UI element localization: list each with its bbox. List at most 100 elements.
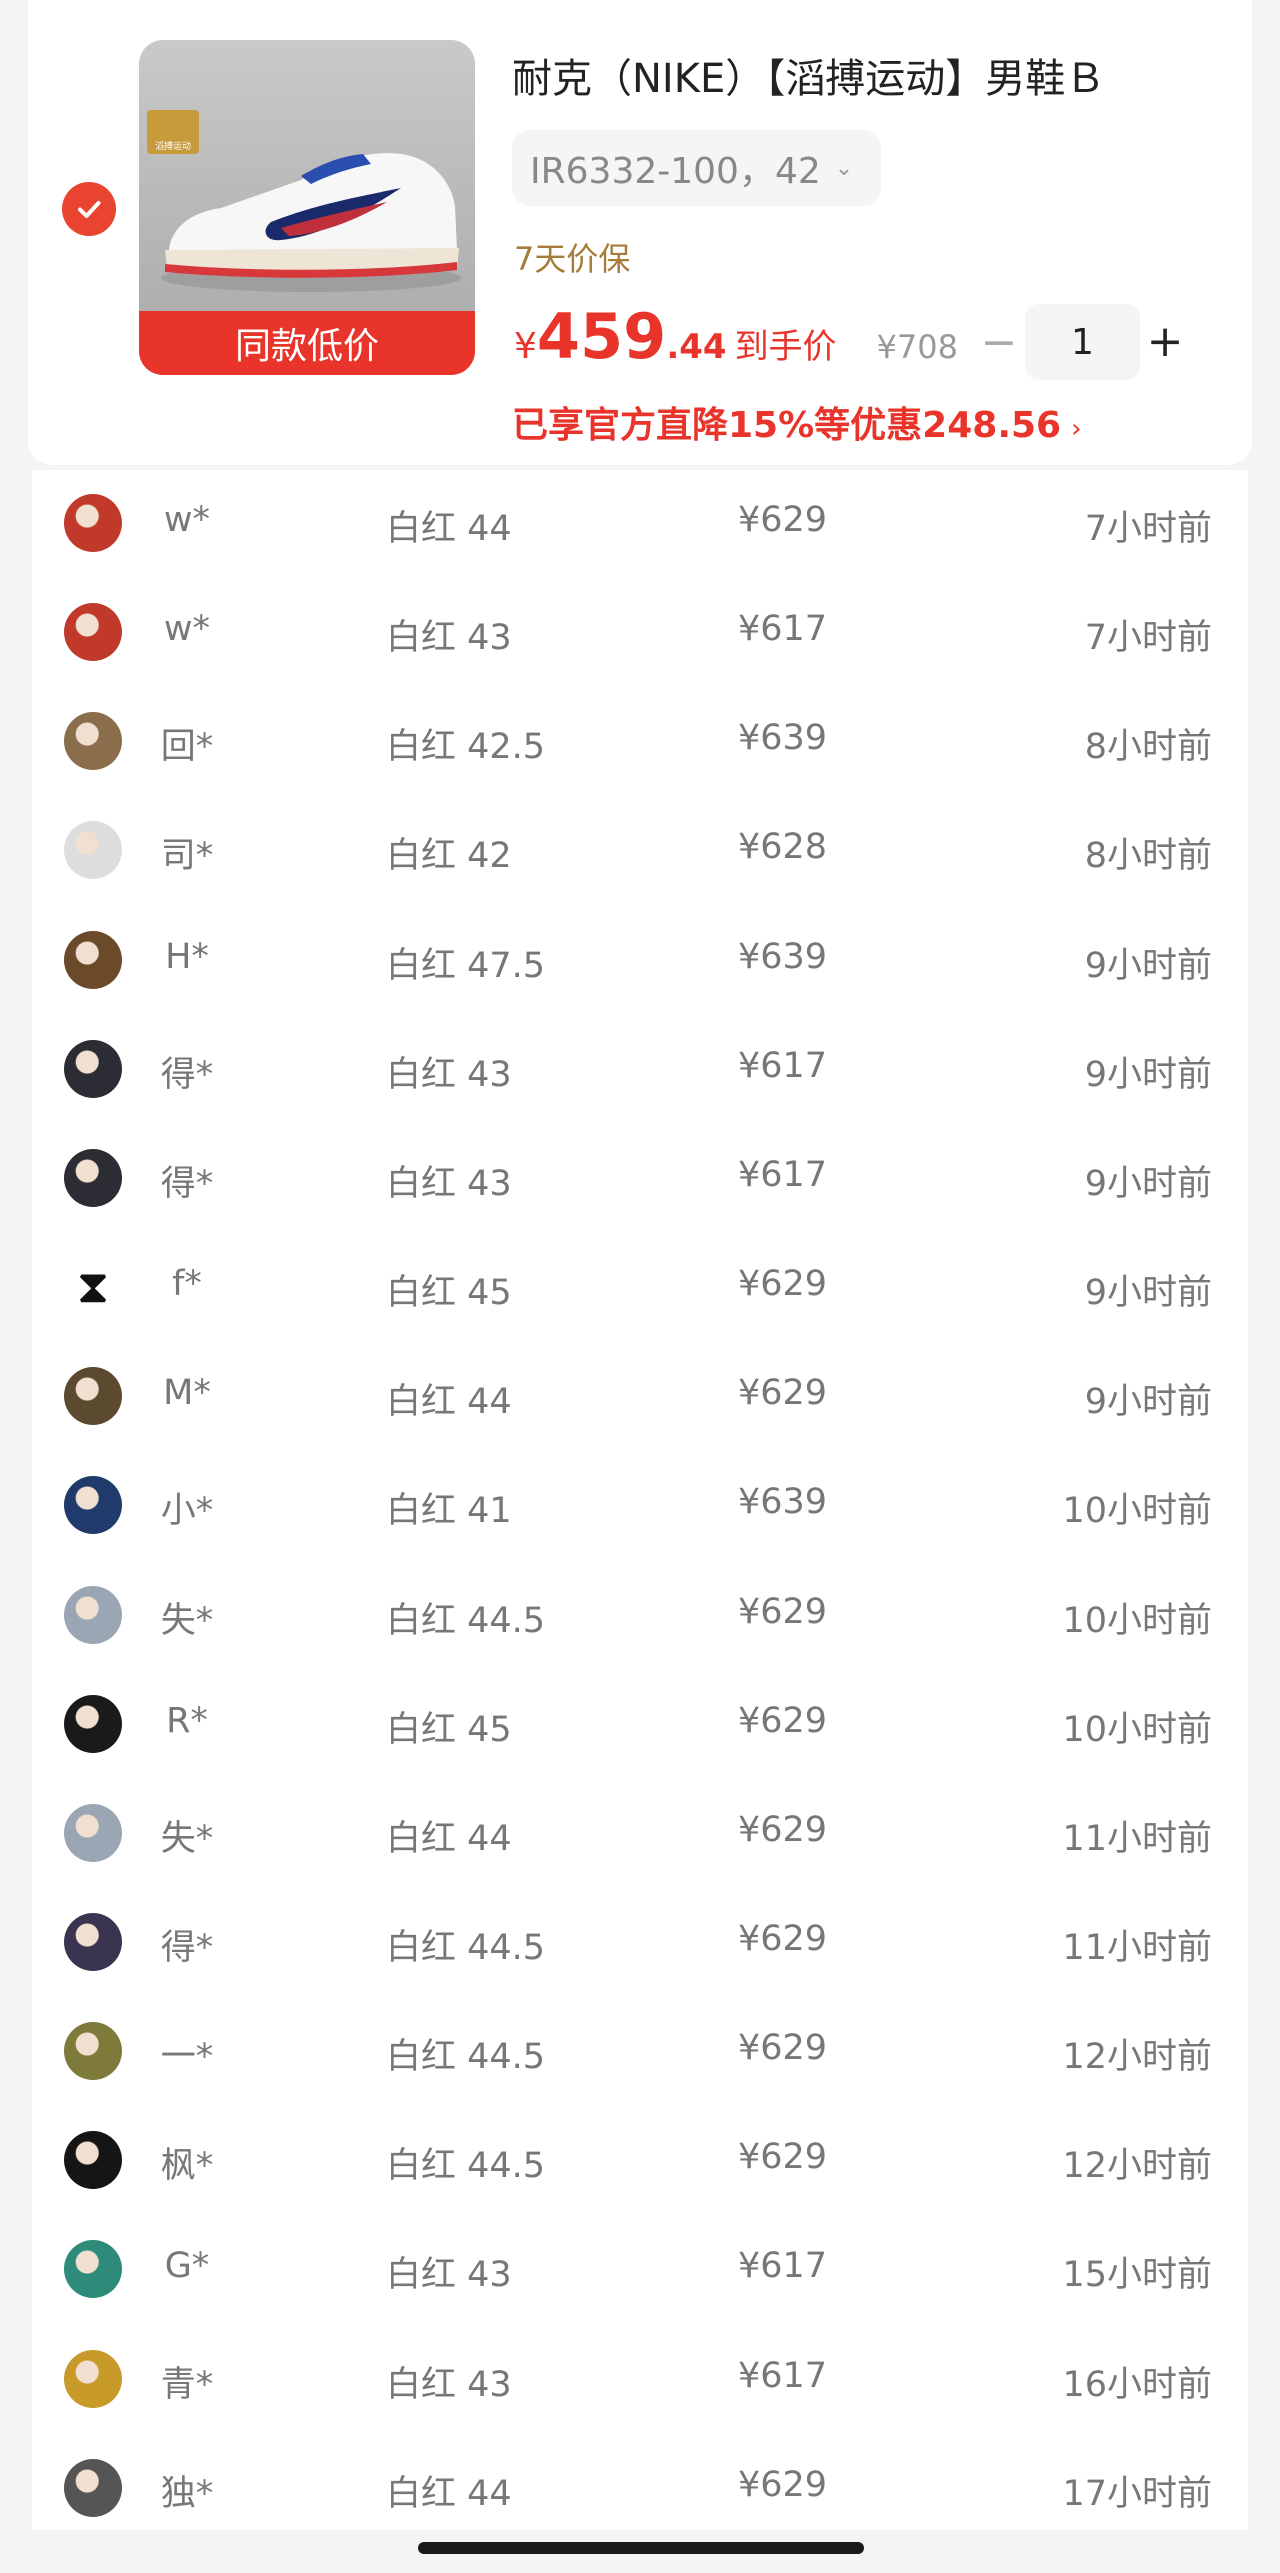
buyer-name: 青* [160,2364,214,2405]
purchased-price: ¥639 [738,718,828,759]
final-price-label: 到手价 [734,327,837,367]
purchase-time: 9小时前 [1084,945,1212,986]
buyer-name: R* [166,1700,208,1741]
purchased-spec: 白红 44 [386,2473,512,2514]
buyer-name: 失* [160,1600,214,1641]
price-guarantee-label: 7天价保 [514,240,631,278]
avatar [64,2458,122,2517]
sneaker-image [161,153,461,292]
avatar [64,2349,122,2408]
purchase-time: 8小时前 [1084,727,1212,768]
purchase-row: 一* 白红 44.5 ¥629 12小时前 [32,1998,1248,2107]
plus-icon[interactable]: + [1142,316,1188,367]
purchased-price: ¥628 [738,827,828,868]
avatar [64,821,122,880]
purchase-row: ⧗ f* 白红 45 ¥629 9小时前 [32,1234,1248,1343]
variant-value: IR6332-100，42 [530,151,821,192]
purchase-row: 回* 白红 42.5 ¥639 8小时前 [32,688,1248,797]
buyer-name: w* [163,500,211,540]
purchase-row: w* 白红 43 ¥617 7小时前 [32,579,1248,688]
purchase-time: 8小时前 [1084,836,1212,877]
purchased-spec: 白红 42 [386,836,512,877]
purchased-spec: 白红 44.5 [386,2146,546,2187]
purchased-price: ¥629 [738,2137,828,2178]
purchased-spec: 白红 44 [386,509,512,549]
purchase-time: 11小时前 [1062,1818,1212,1859]
purchased-spec: 白红 45 [386,1709,512,1750]
minus-icon[interactable]: − [976,317,1022,368]
avatar [64,2240,122,2299]
product-thumbnail[interactable]: 滔搏运动 同款低价 [139,40,475,375]
discount-info[interactable]: 已享官方直降15%等优惠248.56 › [512,396,1082,448]
quantity-field[interactable]: 1 [1025,304,1140,380]
avatar [64,1148,122,1207]
chevron-down-icon: ⌄ [834,155,854,181]
purchase-row: 枫* 白红 44.5 ¥629 12小时前 [32,2107,1248,2216]
purchase-row: H* 白红 47.5 ¥639 9小时前 [32,907,1248,1016]
same-style-low-price-badge: 同款低价 [139,311,475,375]
avatar [64,1367,122,1426]
purchased-price: ¥629 [738,500,828,540]
purchased-spec: 白红 43 [386,618,512,659]
buyer-name: 小* [160,1491,214,1532]
avatar [64,603,122,662]
purchased-spec: 白红 41 [386,1491,512,1532]
purchase-time: 12小时前 [1062,2037,1212,2078]
purchased-price: ¥629 [738,1373,828,1414]
purchased-spec: 白红 45 [386,1273,512,1314]
purchase-row: R* 白红 45 ¥629 10小时前 [32,1671,1248,1780]
purchase-row: 小* 白红 41 ¥639 10小时前 [32,1452,1248,1561]
purchase-row: 青* 白红 43 ¥617 16小时前 [32,2326,1248,2435]
buyer-name: 回* [160,727,214,768]
discount-text: 已享官方直降15%等优惠248.56 [512,405,1062,446]
purchase-time: 9小时前 [1084,1273,1212,1314]
price-row: ¥ 459 .44 到手价 ¥708 [514,300,958,380]
purchase-time: 7小时前 [1084,509,1212,549]
check-circle-icon[interactable] [62,182,116,236]
purchase-time: 12小时前 [1062,2146,1212,2187]
avatar [64,1694,122,1753]
home-indicator[interactable] [418,2542,864,2554]
purchase-row: 独* 白红 44 ¥629 17小时前 [32,2435,1248,2544]
avatar [64,1476,122,1535]
purchase-row: 得* 白红 43 ¥617 9小时前 [32,1016,1248,1125]
buyer-name: M* [163,1373,211,1414]
avatar [64,2131,122,2190]
purchased-price: ¥629 [738,1918,828,1959]
purchase-time: 15小时前 [1062,2255,1212,2296]
price-currency: ¥ [514,326,537,367]
purchase-row: 失* 白红 44 ¥629 11小时前 [32,1780,1248,1889]
avatar [64,1803,122,1862]
avatar [64,2022,122,2081]
purchased-spec: 白红 44 [386,1818,512,1859]
buyer-name: 失* [160,1818,214,1859]
avatar [64,1039,122,1098]
purchased-price: ¥629 [738,1591,828,1632]
purchase-row: 得* 白红 44.5 ¥629 11小时前 [32,1889,1248,1998]
buyer-name: 得* [160,1927,214,1968]
buyer-name: 枫* [160,2146,214,2187]
purchased-price: ¥617 [738,1154,828,1195]
purchased-price: ¥629 [738,1264,828,1305]
purchase-time: 9小时前 [1084,1054,1212,1095]
avatar [64,930,122,989]
avatar [64,1912,122,1971]
purchased-price: ¥629 [738,1700,828,1741]
purchased-spec: 白红 43 [386,2364,512,2405]
price-decimal: .44 [666,327,727,367]
chevron-right-icon: › [1071,414,1082,444]
avatar [64,712,122,771]
purchased-spec: 白红 42.5 [386,727,546,768]
avatar [64,1585,122,1644]
variant-selector[interactable]: IR6332-100，42 ⌄ [512,130,882,206]
purchase-row: 失* 白红 44.5 ¥629 10小时前 [32,1562,1248,1671]
purchased-spec: 白红 43 [386,1163,512,1204]
buyer-name: 司* [160,836,214,877]
purchase-time: 17小时前 [1062,2473,1212,2514]
buyer-name: G* [164,2246,210,2287]
product-title[interactable]: 耐克（NIKE）【滔搏运动】男鞋Ｂ [512,46,1212,104]
purchase-time: 10小时前 [1062,1709,1212,1750]
purchase-row: M* 白红 44 ¥629 9小时前 [32,1343,1248,1452]
purchased-price: ¥617 [738,2355,828,2396]
buyer-name: 独* [160,2473,214,2514]
